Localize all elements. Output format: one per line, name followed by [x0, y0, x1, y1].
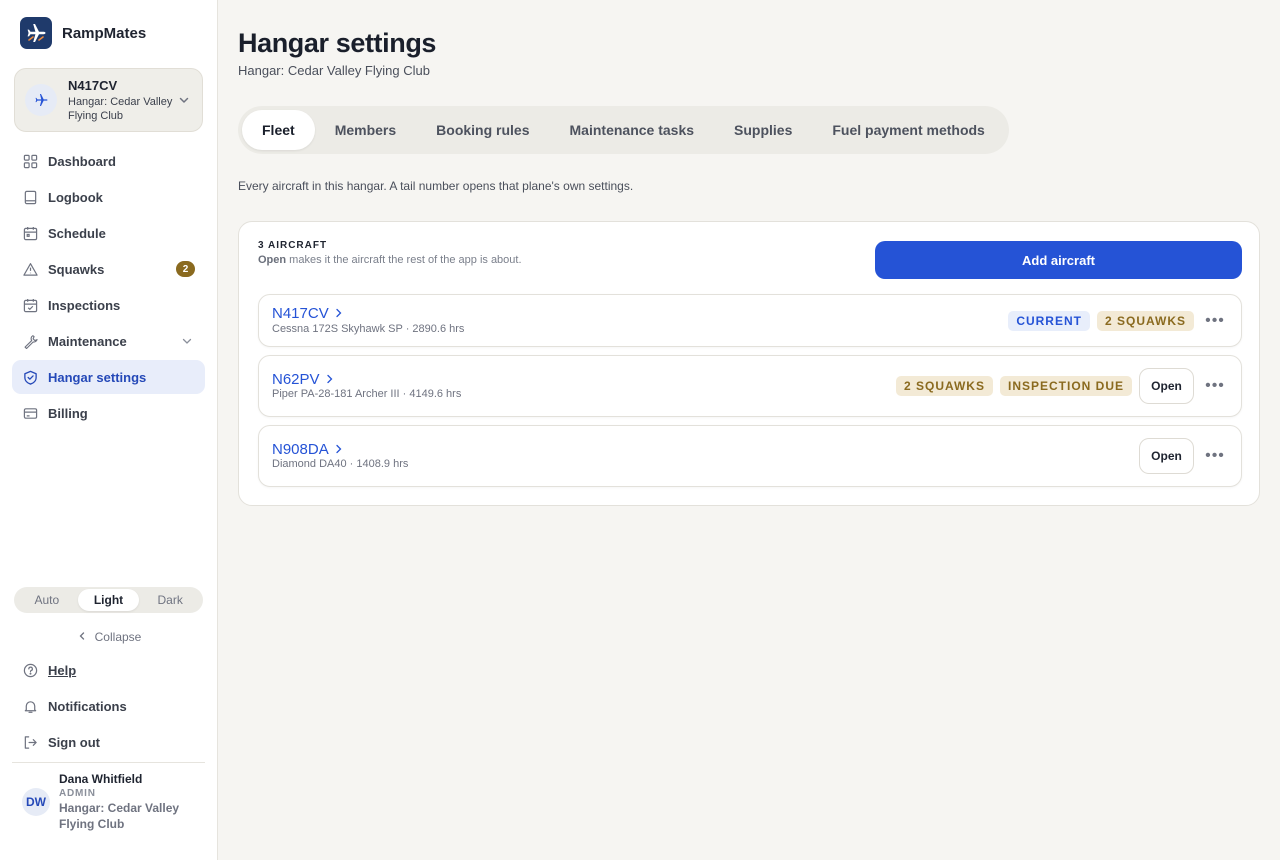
page-title: Hangar settings [238, 28, 437, 58]
shield-check-icon [22, 369, 38, 385]
open-hint-bold: Open [258, 254, 287, 266]
help-link[interactable]: Help [12, 653, 205, 687]
sidebar-nav: Dashboard Logbook Schedule Squawks 2 Ins… [12, 144, 205, 432]
aircraft-tail-link[interactable]: N908DA [272, 441, 343, 458]
page-subtitle: Hangar: Cedar Valley Flying Club [238, 63, 430, 78]
sidebar-item-hangar-settings[interactable]: Hangar settings [12, 360, 205, 394]
more-options-icon[interactable]: ••• [1201, 307, 1229, 335]
notifications-label: Notifications [48, 698, 127, 714]
inspection-due-badge: INSPECTION DUE [999, 376, 1132, 396]
sidebar-item-label: Maintenance [48, 333, 127, 349]
book-icon [22, 189, 38, 205]
warning-icon [22, 261, 38, 277]
settings-tabs: Fleet Members Booking rules Maintenance … [238, 106, 1009, 154]
chevron-left-icon [77, 630, 87, 644]
theme-option-light[interactable]: Light [77, 589, 140, 611]
sidebar: RampMates N417CV Hangar: Cedar Valley Fl… [0, 0, 218, 860]
user-profile[interactable]: DW Dana Whitfield ADMIN Hangar: Cedar Va… [22, 772, 189, 832]
tail-number: N417CV [272, 305, 329, 322]
tab-fleet[interactable]: Fleet [242, 110, 315, 150]
tab-supplies[interactable]: Supplies [714, 110, 812, 150]
airplane-icon [25, 84, 57, 116]
aircraft-row: N908DA Diamond DA40 · 1408.9 hrs Open ••… [258, 425, 1242, 487]
aircraft-tail-link[interactable]: N62PV [272, 371, 334, 388]
theme-toggle: Auto Light Dark [14, 587, 203, 613]
fleet-panel: 3 AIRCRAFT Open makes it the aircraft th… [238, 221, 1260, 506]
grid-icon [22, 153, 38, 169]
more-options-icon[interactable]: ••• [1201, 372, 1229, 400]
aircraft-meta: Piper PA-28-181 Archer III · 4149.6 hrs [272, 388, 462, 400]
more-options-icon[interactable]: ••• [1201, 442, 1229, 470]
sidebar-item-logbook[interactable]: Logbook [12, 180, 205, 214]
squawks-badge: 2 SQUAWKS [895, 376, 993, 396]
aircraft-meta: Cessna 172S Skyhawk SP · 2890.6 hrs [272, 323, 465, 335]
avatar: DW [22, 788, 50, 816]
aircraft-switcher[interactable]: N417CV Hangar: Cedar Valley Flying Club [14, 68, 203, 132]
aircraft-row: N417CV Cessna 172S Skyhawk SP · 2890.6 h… [258, 294, 1242, 347]
current-tail-number: N417CV [68, 78, 118, 93]
theme-option-auto[interactable]: Auto [16, 589, 78, 611]
sidebar-item-squawks[interactable]: Squawks 2 [12, 252, 205, 286]
tab-maintenance-tasks[interactable]: Maintenance tasks [550, 110, 715, 150]
sign-out-label: Sign out [48, 734, 100, 750]
calendar-check-icon [22, 297, 38, 313]
tab-members[interactable]: Members [315, 110, 416, 150]
sign-out-icon [22, 734, 38, 750]
notifications-button[interactable]: Notifications [12, 689, 205, 723]
aircraft-tail-link[interactable]: N417CV [272, 305, 343, 322]
current-hangar: Hangar: Cedar Valley Flying Club [68, 96, 173, 122]
help-icon [22, 662, 38, 678]
chevron-down-icon [178, 93, 190, 111]
aircraft-meta: Diamond DA40 · 1408.9 hrs [272, 458, 409, 470]
aircraft-count: 3 AIRCRAFT [258, 240, 328, 251]
squawks-count-badge: 2 [176, 261, 195, 277]
sidebar-item-label: Hangar settings [48, 369, 147, 385]
sidebar-item-dashboard[interactable]: Dashboard [12, 144, 205, 178]
sidebar-item-schedule[interactable]: Schedule [12, 216, 205, 250]
sign-out-button[interactable]: Sign out [12, 725, 205, 759]
sidebar-divider [12, 762, 205, 763]
airplane-logo-icon [20, 17, 52, 49]
sidebar-item-label: Inspections [48, 297, 121, 313]
bell-icon [22, 698, 38, 714]
user-name: Dana Whitfield [59, 772, 143, 786]
sidebar-bottom-nav: Help Notifications Sign out [12, 653, 205, 761]
current-badge: CURRENT [1008, 311, 1090, 331]
aircraft-row: N62PV Piper PA-28-181 Archer III · 4149.… [258, 355, 1242, 417]
sidebar-item-label: Dashboard [48, 153, 116, 169]
sidebar-item-billing[interactable]: Billing [12, 396, 205, 430]
tail-number: N62PV [272, 371, 320, 388]
open-aircraft-button[interactable]: Open [1139, 368, 1194, 404]
collapse-label: Collapse [94, 630, 142, 644]
calendar-icon [22, 225, 38, 241]
sidebar-item-inspections[interactable]: Inspections [12, 288, 205, 322]
app-name: RampMates [62, 24, 147, 42]
wrench-icon [22, 333, 38, 349]
add-aircraft-button[interactable]: Add aircraft [875, 241, 1242, 279]
brand[interactable]: RampMates [20, 17, 146, 49]
open-hint-text: makes it the aircraft the rest of the ap… [286, 254, 522, 266]
chevron-right-icon [335, 441, 343, 458]
sidebar-item-label: Billing [48, 405, 88, 421]
chevron-down-icon [181, 335, 193, 350]
open-aircraft-button[interactable]: Open [1139, 438, 1194, 474]
collapse-sidebar-button[interactable]: Collapse [0, 630, 218, 644]
sidebar-item-maintenance[interactable]: Maintenance [12, 324, 205, 358]
user-role: ADMIN [59, 788, 96, 799]
user-hangar: Hangar: Cedar Valley Flying Club [59, 801, 180, 831]
sidebar-item-label: Logbook [48, 189, 103, 205]
chevron-right-icon [326, 371, 334, 388]
sidebar-item-label: Squawks [48, 261, 105, 277]
theme-option-dark[interactable]: Dark [139, 589, 201, 611]
help-label: Help [48, 662, 77, 678]
open-hint: Open makes it the aircraft the rest of t… [258, 254, 522, 266]
tab-fuel-payment-methods[interactable]: Fuel payment methods [812, 110, 1004, 150]
tab-booking-rules[interactable]: Booking rules [416, 110, 549, 150]
sidebar-item-label: Schedule [48, 225, 106, 241]
tab-description: Every aircraft in this hangar. A tail nu… [238, 179, 634, 193]
tail-number: N908DA [272, 441, 329, 458]
squawks-badge: 2 SQUAWKS [1096, 311, 1194, 331]
card-icon [22, 405, 38, 421]
chevron-right-icon [335, 305, 343, 322]
